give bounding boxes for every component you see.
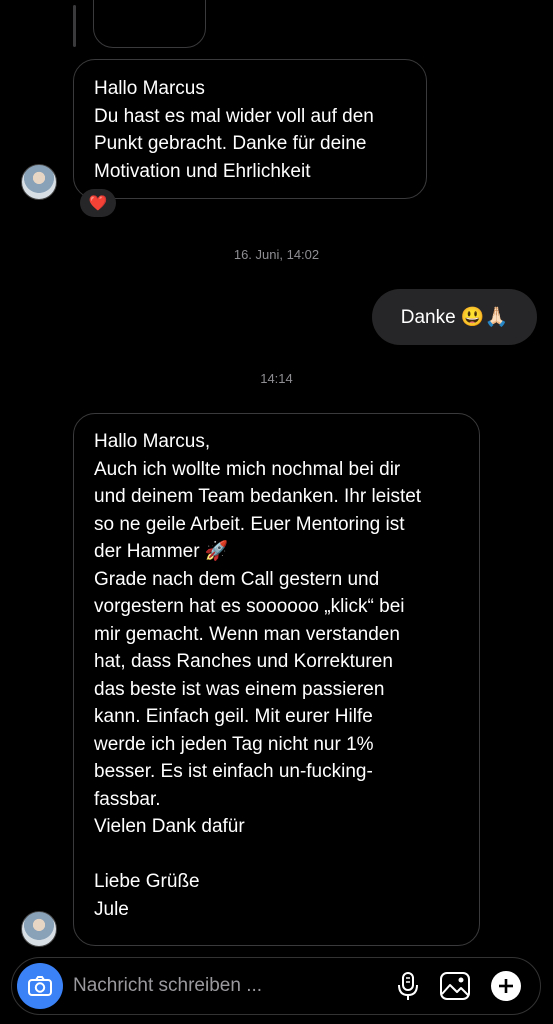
message-line: [94, 841, 479, 869]
message-line: vorgestern hat es soooooo „klick“ bei: [94, 596, 405, 617]
add-button[interactable]: [490, 970, 522, 1002]
timestamp: 16. Juni, 14:02: [233, 247, 320, 262]
message-line: Punkt gebracht. Danke für deine: [94, 133, 367, 154]
message-line: Auch ich wollte mich nochmal bei dir: [94, 458, 401, 480]
message-line: Liebe Grüße: [94, 871, 200, 892]
timestamp: 14:14: [260, 371, 293, 386]
message-line: Du hast es mal wider voll auf den: [94, 105, 374, 127]
message-line: werde ich jeden Tag nicht nur 1%: [94, 733, 374, 755]
heart-reaction[interactable]: ❤️: [80, 189, 116, 217]
camera-button[interactable]: [17, 963, 63, 1009]
message-line: besser. Es ist einfach un-fucking-: [94, 761, 373, 782]
message-line: der Hammer 🚀: [94, 541, 229, 562]
message-text: Danke 😃🙏🏻: [400, 307, 509, 328]
message-line: Vielen Dank dafür: [94, 816, 245, 837]
message-line: und deinem Team bedanken. Ihr leistet: [94, 486, 422, 507]
sender-avatar[interactable]: [21, 911, 57, 947]
message-composer: Nachricht schreiben ...: [11, 957, 541, 1015]
message-line: Motivation und Ehrlichkeit: [94, 160, 311, 182]
message-line: Hallo Marcus: [94, 78, 205, 99]
message-line: Hallo Marcus,: [94, 431, 211, 452]
gallery-button[interactable]: [439, 970, 471, 1002]
reply-indicator-bar: [73, 5, 76, 47]
message-line: das beste ist was einem passieren: [94, 678, 385, 700]
message-line: mir gemacht. Wenn man verstanden: [94, 623, 400, 645]
outgoing-message[interactable]: Danke 😃🙏🏻: [372, 289, 537, 345]
message-input[interactable]: Nachricht schreiben ...: [73, 975, 262, 997]
microphone-button[interactable]: [392, 970, 424, 1002]
plus-icon: [491, 971, 521, 1001]
camera-icon: [28, 976, 52, 996]
message-line: Jule: [94, 898, 129, 920]
message-line: Grade nach dem Call gestern und: [94, 568, 380, 590]
heart-icon: ❤️: [88, 195, 108, 212]
microphone-icon: [398, 972, 418, 1000]
incoming-message[interactable]: Hallo Marcus Du hast es mal wider voll a…: [73, 59, 427, 199]
incoming-message[interactable]: Hallo Marcus, Auch ich wollte mich nochm…: [73, 413, 480, 946]
previous-message-bubble: [93, 0, 206, 48]
message-line: fassbar.: [94, 788, 161, 810]
message-line: hat, dass Ranches und Korrekturen: [94, 651, 393, 672]
message-line: kann. Einfach geil. Mit eurer Hilfe: [94, 706, 373, 727]
sender-avatar[interactable]: [21, 164, 57, 200]
gallery-icon: [440, 972, 470, 1000]
message-line: so ne geile Arbeit. Euer Mentoring ist: [94, 513, 405, 535]
